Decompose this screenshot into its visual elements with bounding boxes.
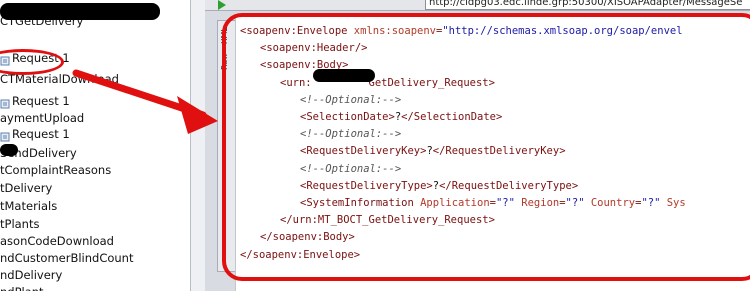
tree-item-operation[interactable]: ndPlant (0, 284, 44, 291)
tree-item-label: tPlants (0, 217, 40, 231)
tree-scrollbar[interactable] (190, 0, 205, 291)
tree-item-operation[interactable]: tDelivery (0, 180, 52, 197)
run-icon[interactable] (218, 0, 226, 10)
redaction-bar (0, 3, 160, 20)
tree-item-operation[interactable]: aymentUpload (0, 110, 84, 127)
tree-item-request[interactable]: Request 1 (0, 93, 70, 110)
tree-item-label: Request 1 (12, 94, 70, 108)
tree-item-operation[interactable]: tMaterials (0, 198, 57, 215)
tree-item-label: aymentUpload (0, 111, 85, 125)
redaction-bar (0, 144, 18, 156)
tree-item-label: tComplaintReasons (0, 163, 112, 177)
soap-request-icon (0, 130, 10, 141)
highlight-frame (222, 13, 750, 281)
endpoint-url-field[interactable]: http://cidpg03.edc.linde.grp:50300/XISOA… (425, 0, 750, 10)
tree-item-operation[interactable]: asonCodeDownload (0, 233, 114, 250)
tree-item-operation[interactable]: tComplaintReasons (0, 162, 111, 179)
tree-item-label: tDelivery (0, 181, 53, 195)
tree-item-label: Request 1 (12, 127, 70, 141)
redaction-bar (313, 69, 375, 82)
tree-item-label: asonCodeDownload (0, 234, 114, 248)
project-tree: _SendDataBindingCTGetDeliveryRequest 1CT… (0, 0, 190, 291)
tree-item-label: ndPlant (0, 285, 44, 291)
tree-item-request[interactable]: Request 1 (0, 126, 70, 143)
soap-request-icon (0, 97, 10, 108)
tree-item-label: tMaterials (0, 199, 58, 213)
editor-toolbar: http://cidpg03.edc.linde.grp:50300/XISOA… (205, 0, 750, 11)
tree-item-operation[interactable]: ndCustomerBlindCount (0, 250, 133, 267)
tree-item-operation[interactable]: ndDelivery (0, 267, 62, 284)
tree-item-label: ndCustomerBlindCount (0, 251, 134, 265)
tree-item-label: ndDelivery (0, 268, 63, 282)
tree-item-operation[interactable]: tPlants (0, 216, 39, 233)
